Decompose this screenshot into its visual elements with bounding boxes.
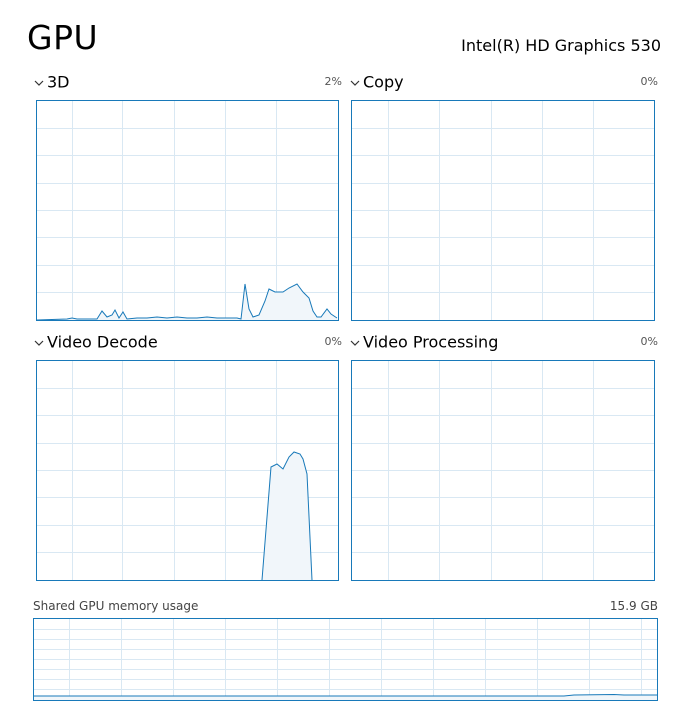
graph-3d — [36, 100, 339, 321]
engine-label-3d: 3D — [47, 72, 70, 92]
engine-label-video-decode: Video Decode — [47, 332, 158, 352]
graph-video-decode — [36, 360, 339, 581]
engine-label-copy: Copy — [363, 72, 404, 92]
engine-percent-video-processing: 0% — [640, 335, 658, 348]
engine-percent-video-decode: 0% — [324, 335, 342, 348]
engine-selector-video-processing[interactable]: Video Processing — [349, 332, 498, 352]
shared-memory-label: Shared GPU memory usage — [33, 599, 199, 613]
engine-selector-copy[interactable]: Copy — [349, 72, 404, 92]
chevron-down-icon — [33, 339, 47, 347]
engine-selector-3d[interactable]: 3D — [33, 72, 70, 92]
chevron-down-icon — [349, 339, 363, 347]
graph-shared-memory — [33, 618, 658, 701]
adapter-name: Intel(R) HD Graphics 530 — [461, 36, 661, 55]
page-title: GPU — [27, 18, 99, 57]
graph-video-processing — [351, 360, 655, 581]
engine-percent-3d: 2% — [324, 75, 342, 88]
graph-copy — [351, 100, 655, 321]
engine-selector-video-decode[interactable]: Video Decode — [33, 332, 158, 352]
engine-percent-copy: 0% — [640, 75, 658, 88]
engine-label-video-processing: Video Processing — [363, 332, 499, 352]
chevron-down-icon — [33, 79, 47, 87]
shared-memory-value: 15.9 GB — [609, 599, 658, 613]
chevron-down-icon — [349, 79, 363, 87]
